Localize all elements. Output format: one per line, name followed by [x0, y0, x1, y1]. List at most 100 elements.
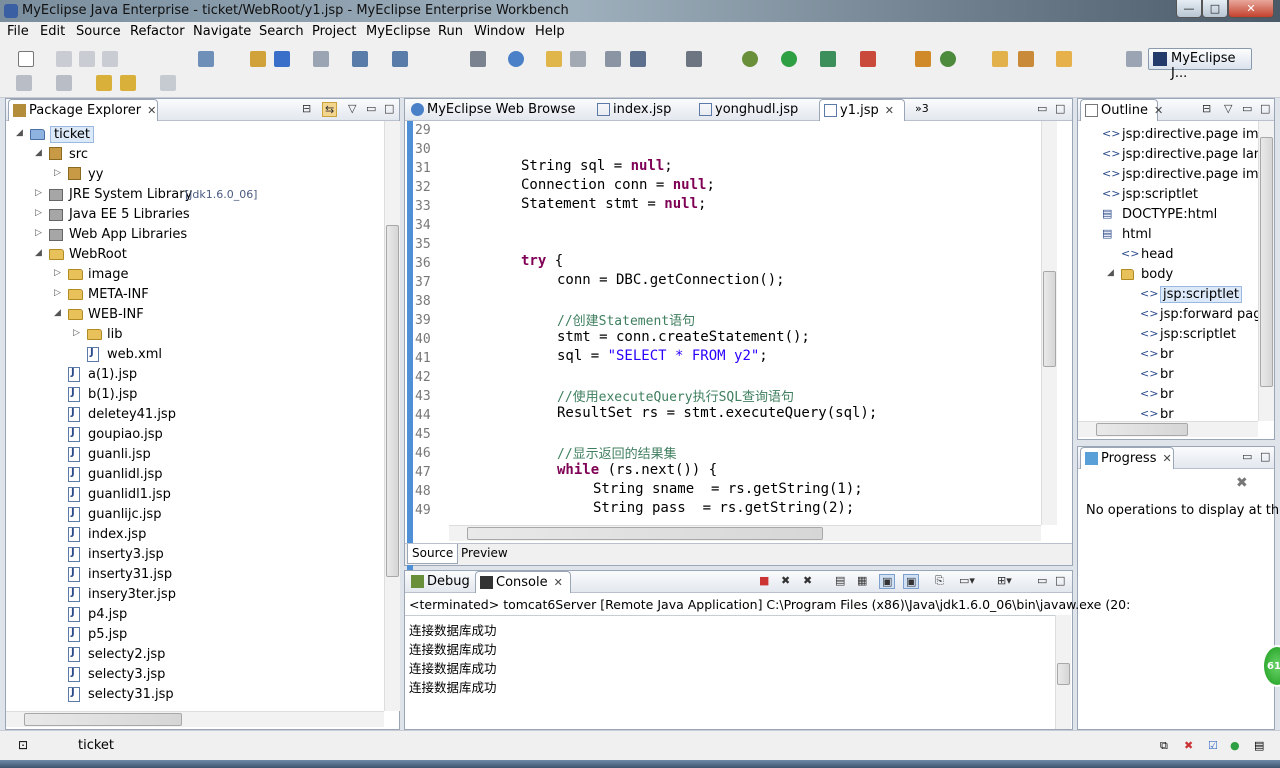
outline-item[interactable]: <> head	[1078, 245, 1258, 265]
package-explorer-hscroll[interactable]	[6, 711, 384, 727]
scroll-lock-icon[interactable]: ▦	[857, 574, 867, 587]
tab-debug[interactable]: Debug	[407, 571, 471, 593]
view-menu-icon[interactable]: ▽	[1224, 102, 1232, 115]
close-icon[interactable]: ✕	[885, 104, 894, 117]
tree-file-jsp[interactable]: inserty3.jsp	[6, 545, 384, 565]
tree-file-jsp[interactable]: b(1).jsp	[6, 385, 384, 405]
display-console-icon[interactable]: ▭▾	[959, 574, 975, 587]
expand-arrow-icon[interactable]: ▷	[54, 168, 61, 178]
last-edit-icon[interactable]	[96, 75, 112, 91]
tree-file-jsp[interactable]: index.jsp	[6, 525, 384, 545]
expand-arrow-icon[interactable]: ▷	[54, 268, 61, 278]
tree-file-jsp[interactable]: guanli.jsp	[6, 445, 384, 465]
outline-item[interactable]: <> br	[1078, 365, 1258, 385]
outline-item[interactable]: <>jsp:directive.page impo	[1078, 165, 1258, 185]
collapse-arrow-icon[interactable]: ◢	[35, 148, 42, 158]
print-icon[interactable]	[102, 51, 118, 67]
tab-y1-jsp[interactable]: y1.jsp ✕	[819, 99, 905, 121]
tree-file-jsp[interactable]: p5.jsp	[6, 625, 384, 645]
menu-myeclipse[interactable]: MyEclipse	[366, 24, 431, 39]
refresh-icon[interactable]	[940, 51, 956, 67]
maximize-view-icon[interactable]: □	[384, 102, 394, 115]
link-editor-icon[interactable]: ⇆	[322, 102, 338, 117]
tree-file-jsp[interactable]: goupiao.jsp	[6, 425, 384, 445]
remove-all-launches-icon[interactable]: ✖	[803, 574, 812, 587]
show-on-stderr-icon[interactable]: ▣	[903, 574, 920, 589]
menu-window[interactable]: Window	[474, 24, 525, 39]
minimize-button[interactable]: —	[1176, 0, 1202, 18]
tree-folder-lib[interactable]: ▷ lib	[6, 325, 384, 345]
tray-icon[interactable]: ▤	[1254, 739, 1264, 752]
tree-file-jsp[interactable]: guanlijc.jsp	[6, 505, 384, 525]
fast-view-icon[interactable]: ⊡	[18, 738, 28, 752]
tree-jre-library[interactable]: ▷ JRE System Library [jdk1.6.0_06]	[6, 185, 384, 205]
open-type-icon[interactable]	[470, 51, 486, 67]
maximize-button[interactable]: □	[1202, 0, 1228, 18]
expand-arrow-icon[interactable]: ▷	[54, 288, 61, 298]
maximize-view-icon[interactable]: □	[1055, 574, 1065, 587]
tree-file-jsp[interactable]: a(1).jsp	[6, 365, 384, 385]
expand-arrow-icon[interactable]: ▷	[35, 188, 42, 198]
tray-icon[interactable]: ☑	[1208, 739, 1218, 752]
close-button[interactable]: ✕	[1228, 0, 1274, 18]
expand-arrow-icon[interactable]: ▷	[73, 328, 80, 338]
run-external-icon[interactable]	[820, 51, 836, 67]
scroll-thumb[interactable]	[1043, 271, 1056, 367]
tab-yonghudl-jsp[interactable]: yonghudl.jsp	[695, 99, 813, 121]
pin-icon[interactable]	[1018, 51, 1034, 67]
tree-folder-meta-inf[interactable]: ▷ META-INF	[6, 285, 384, 305]
tab-progress[interactable]: Progress ✕	[1080, 447, 1174, 469]
close-icon[interactable]: ✕	[554, 576, 563, 589]
outline-item[interactable]: <> br	[1078, 385, 1258, 405]
minimize-view-icon[interactable]: ▭	[1037, 574, 1047, 587]
tray-icon[interactable]: ●	[1230, 739, 1240, 752]
server-icon[interactable]	[313, 51, 329, 67]
debug-icon[interactable]	[742, 51, 758, 67]
tree-file-jsp[interactable]: selecty3.jsp	[6, 665, 384, 685]
editor-vscroll[interactable]	[1041, 121, 1057, 525]
expand-arrow-icon[interactable]: ▷	[35, 208, 42, 218]
screenshot-icon[interactable]	[686, 51, 702, 67]
view-menu-icon[interactable]: ▽	[348, 102, 356, 115]
tab-console[interactable]: Console ✕	[475, 571, 571, 593]
tab-preview[interactable]: Preview	[457, 544, 512, 564]
outline-item[interactable]: <> jsp:scriptlet	[1078, 285, 1258, 305]
open-folder-icon[interactable]	[546, 51, 562, 67]
expand-arrow-icon[interactable]: ▷	[35, 228, 42, 238]
menu-refactor[interactable]: Refactor	[130, 24, 185, 39]
scroll-thumb[interactable]	[386, 225, 399, 577]
outline-item[interactable]: ◢ body	[1078, 265, 1258, 285]
scroll-thumb[interactable]	[467, 527, 823, 540]
new-icon[interactable]	[18, 51, 34, 67]
menu-navigate[interactable]: Navigate	[193, 24, 251, 39]
tab-outline[interactable]: Outline ✕	[1080, 99, 1163, 121]
new-server-icon[interactable]	[915, 51, 931, 67]
tree-file-jsp[interactable]: guanlidl.jsp	[6, 465, 384, 485]
collapse-all-icon[interactable]: ⊟	[302, 102, 311, 115]
collapse-arrow-icon[interactable]: ◢	[16, 128, 23, 138]
outline-item[interactable]: <>jsp:directive.page impo	[1078, 125, 1258, 145]
tree-file-jsp[interactable]: insery3ter.jsp	[6, 585, 384, 605]
collapse-all-icon[interactable]: ⊟	[1202, 102, 1211, 115]
collapse-arrow-icon[interactable]: ◢	[54, 308, 61, 318]
close-icon[interactable]: ✕	[147, 104, 156, 117]
scroll-thumb[interactable]	[1057, 663, 1070, 685]
tree-project-ticket[interactable]: ◢ ticket	[6, 125, 384, 145]
new-wizard-icon[interactable]	[198, 51, 214, 67]
scroll-thumb[interactable]	[24, 713, 182, 726]
coverage-icon[interactable]	[860, 51, 876, 67]
terminate-icon[interactable]: ■	[759, 574, 769, 587]
menu-file[interactable]: File	[7, 24, 29, 39]
open-console-icon[interactable]: ⊞▾	[997, 574, 1012, 587]
tab-source[interactable]: Source	[407, 544, 459, 564]
new-class-icon[interactable]	[352, 51, 368, 67]
editor-hscroll[interactable]	[449, 525, 1041, 541]
scroll-thumb[interactable]	[1096, 423, 1188, 436]
tree-file-web-xml[interactable]: web.xml	[6, 345, 384, 365]
prev-annotation-icon[interactable]	[56, 75, 72, 91]
minimize-view-icon[interactable]: ▭	[1037, 102, 1047, 115]
tray-icon[interactable]: ⧉	[1160, 739, 1168, 753]
pin-console-icon[interactable]: ⎘	[935, 574, 944, 588]
tree-file-jsp[interactable]: selecty31.jsp	[6, 685, 384, 705]
next-annotation-icon[interactable]	[16, 75, 32, 91]
